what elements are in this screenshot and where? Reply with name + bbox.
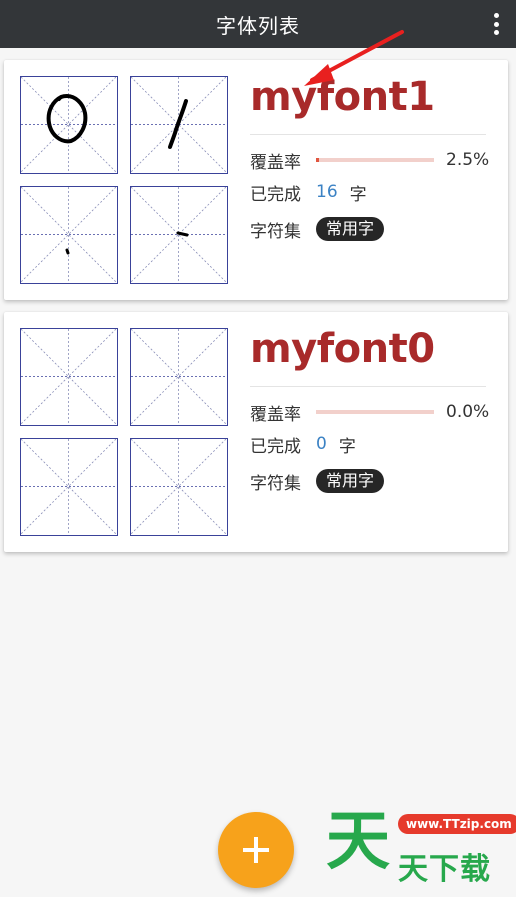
glyph-cell <box>130 76 228 174</box>
watermark-url: www.TTzip.com <box>398 814 516 834</box>
coverage-progress-bar <box>316 158 434 162</box>
glyph-cell <box>130 438 228 536</box>
completed-unit: 字 <box>338 436 356 457</box>
font-card[interactable]: myfont1 覆盖率 2.5% 已完成 16 字 字符集 常用字 <box>4 60 508 300</box>
charset-label: 字符集 <box>250 221 301 242</box>
watermark-sub: 天下载 <box>398 852 491 887</box>
annotation-arrow-icon <box>304 30 404 86</box>
coverage-label: 覆盖率 <box>250 404 301 425</box>
charset-badge: 常用字 <box>316 217 385 241</box>
font-card[interactable]: myfont0 覆盖率 0.0% 已完成 0 字 字符集 常用字 <box>4 312 508 552</box>
coverage-value: 0.0% <box>446 402 490 422</box>
watermark-big-char: 天 <box>326 805 390 879</box>
completed-label: 已完成 <box>250 436 301 457</box>
font-info: myfont0 覆盖率 0.0% 已完成 0 字 字符集 常用字 <box>250 312 490 552</box>
completed-label: 已完成 <box>250 184 301 205</box>
completed-row: 已完成 16 字 <box>250 180 367 205</box>
charset-row: 字符集 常用字 <box>250 469 385 494</box>
charset-row: 字符集 常用字 <box>250 217 385 242</box>
app-bar: 字体列表 <box>0 0 516 48</box>
page-title: 字体列表 <box>216 13 300 38</box>
font-name[interactable]: myfont0 <box>250 326 435 372</box>
glyph-cell <box>20 328 118 426</box>
coverage-row: 覆盖率 2.5% <box>250 148 489 173</box>
completed-count: 0 <box>316 434 327 454</box>
divider <box>250 386 486 387</box>
coverage-row: 覆盖率 0.0% <box>250 400 489 425</box>
coverage-value: 2.5% <box>446 150 490 170</box>
completed-row: 已完成 0 字 <box>250 432 356 457</box>
glyph-cell <box>130 328 228 426</box>
charset-label: 字符集 <box>250 473 301 494</box>
glyph-cell <box>130 186 228 284</box>
add-font-button[interactable] <box>218 812 294 888</box>
coverage-label: 覆盖率 <box>250 152 301 173</box>
divider <box>250 134 486 135</box>
plus-icon <box>243 837 269 863</box>
glyph-cell <box>20 76 118 174</box>
glyph-cell <box>20 186 118 284</box>
font-info: myfont1 覆盖率 2.5% 已完成 16 字 字符集 常用字 <box>250 60 490 300</box>
completed-count: 16 <box>316 182 338 202</box>
completed-unit: 字 <box>349 184 367 205</box>
charset-badge: 常用字 <box>316 469 385 493</box>
glyph-cell <box>20 438 118 536</box>
watermark-logo: 天 www.TTzip.com 天下载 <box>326 805 516 890</box>
overflow-menu-icon[interactable] <box>488 10 504 38</box>
coverage-progress-bar <box>316 410 434 414</box>
glyph-preview-grid <box>20 328 228 536</box>
glyph-preview-grid <box>20 76 228 284</box>
